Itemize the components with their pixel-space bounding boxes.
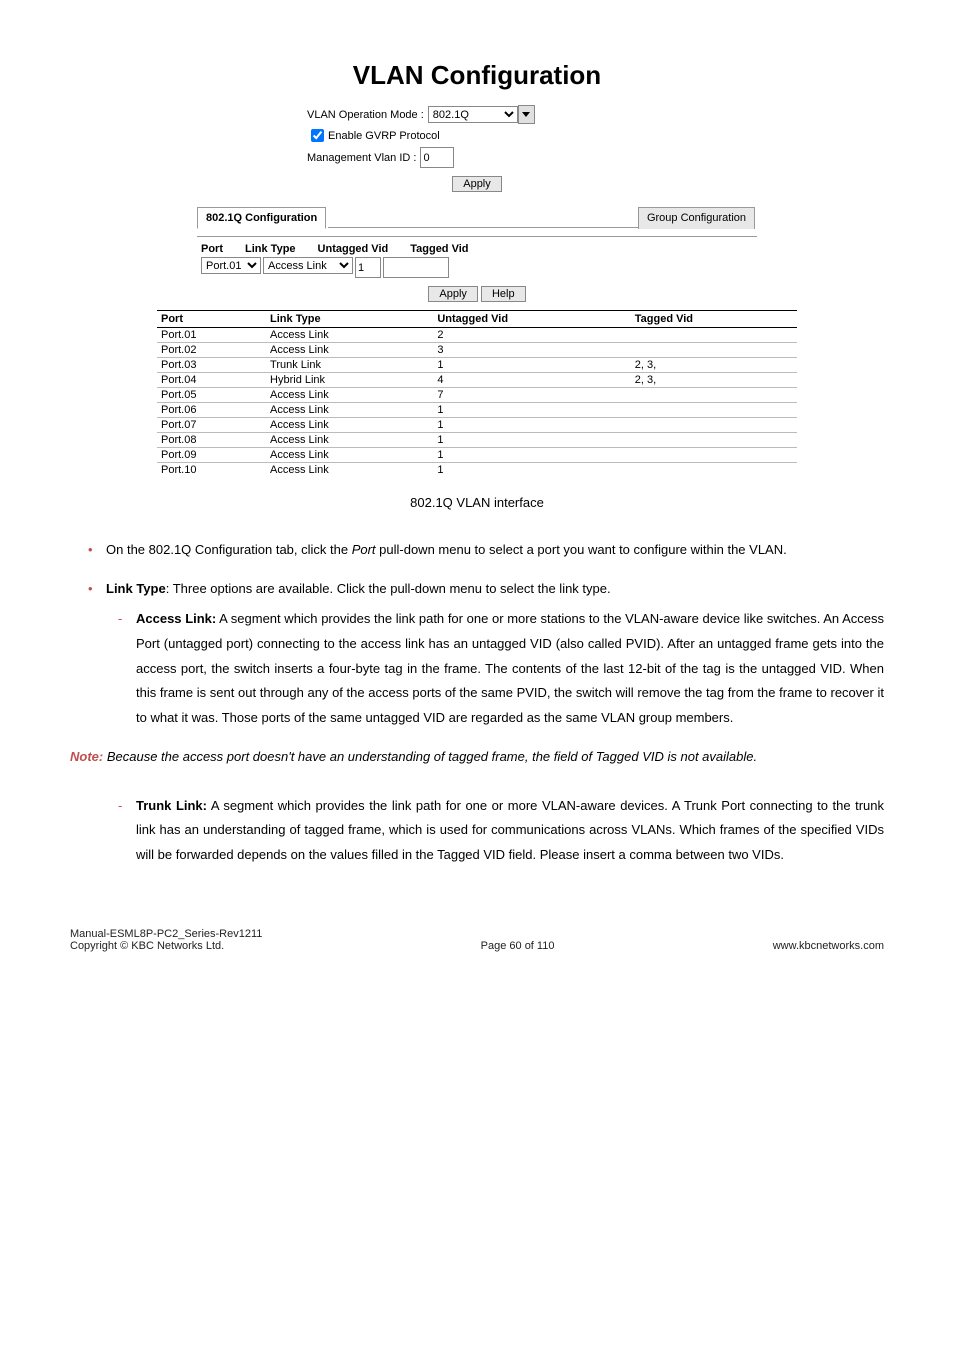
th-link: Link Type	[266, 311, 433, 328]
list-item: Access Link: A segment which provides th…	[136, 607, 884, 730]
help-button[interactable]: Help	[481, 286, 526, 302]
col-port: Port	[201, 243, 223, 255]
table-row: Port.08Access Link1	[157, 433, 797, 448]
col-tagged: Tagged Vid	[410, 243, 468, 255]
page-title: VLAN Configuration	[70, 60, 884, 91]
gvrp-label: Enable GVRP Protocol	[328, 130, 440, 142]
table-row: Port.09Access Link1	[157, 448, 797, 463]
linktype-select[interactable]: Access Link	[263, 257, 353, 274]
mode-label: VLAN Operation Mode :	[307, 109, 424, 121]
vlan-mode-select[interactable]: 802.1Q	[428, 106, 518, 123]
table-row: Port.06Access Link1	[157, 403, 797, 418]
col-untagged: Untagged Vid	[318, 243, 389, 255]
page-footer: Manual-ESML8P-PC2_Series-Rev1211 Copyrig…	[70, 928, 884, 952]
note: Note: Because the access port doesn't ha…	[70, 745, 884, 770]
list-item: On the 802.1Q Configuration tab, click t…	[106, 538, 884, 563]
figure-caption: 802.1Q VLAN interface	[70, 495, 884, 510]
table-row: Port.01Access Link2	[157, 328, 797, 343]
tab-8021q-config[interactable]: 802.1Q Configuration	[197, 207, 326, 229]
port-select[interactable]: Port.01	[201, 257, 261, 274]
footer-page: Page 60 of 110	[481, 940, 555, 952]
th-port: Port	[157, 311, 266, 328]
col-linktype: Link Type	[245, 243, 296, 255]
tagged-vid-input[interactable]	[383, 257, 449, 278]
table-row: Port.02Access Link3	[157, 343, 797, 358]
table-row: Port.07Access Link1	[157, 418, 797, 433]
list-item: Trunk Link: A segment which provides the…	[136, 794, 884, 868]
table-row: Port.04Hybrid Link42, 3,	[157, 373, 797, 388]
gvrp-checkbox[interactable]	[311, 129, 324, 142]
th-uv: Untagged Vid	[433, 311, 630, 328]
footer-manual: Manual-ESML8P-PC2_Series-Rev1211	[70, 928, 262, 940]
tab-panel: Port Link Type Untagged Vid Tagged Vid P…	[197, 236, 757, 302]
footer-url: www.kbcnetworks.com	[773, 940, 884, 952]
mgmt-vlan-input[interactable]	[420, 147, 454, 168]
footer-copyright: Copyright © KBC Networks Ltd.	[70, 940, 262, 952]
table-row: Port.05Access Link7	[157, 388, 797, 403]
apply-button-mid[interactable]: Apply	[428, 286, 478, 302]
th-tv: Tagged Vid	[631, 311, 797, 328]
table-row: Port.03Trunk Link12, 3,	[157, 358, 797, 373]
tab-group-config[interactable]: Group Configuration	[638, 207, 755, 229]
vlan-table: Port Link Type Untagged Vid Tagged Vid P…	[157, 310, 797, 477]
apply-button-top[interactable]: Apply	[452, 176, 502, 192]
list-item: Link Type: Three options are available. …	[106, 577, 884, 731]
list-item-continuation: Trunk Link: A segment which provides the…	[106, 794, 884, 868]
table-row: Port.10Access Link1	[157, 463, 797, 478]
vlan-mode-panel: VLAN Operation Mode : 802.1Q Enable GVRP…	[307, 105, 647, 168]
untagged-vid-input[interactable]	[355, 257, 381, 278]
mgmt-vlan-label: Management Vlan ID :	[307, 152, 416, 164]
chevron-down-icon[interactable]	[518, 105, 535, 124]
tab-bar: 802.1Q Configuration Group Configuration	[197, 206, 757, 228]
